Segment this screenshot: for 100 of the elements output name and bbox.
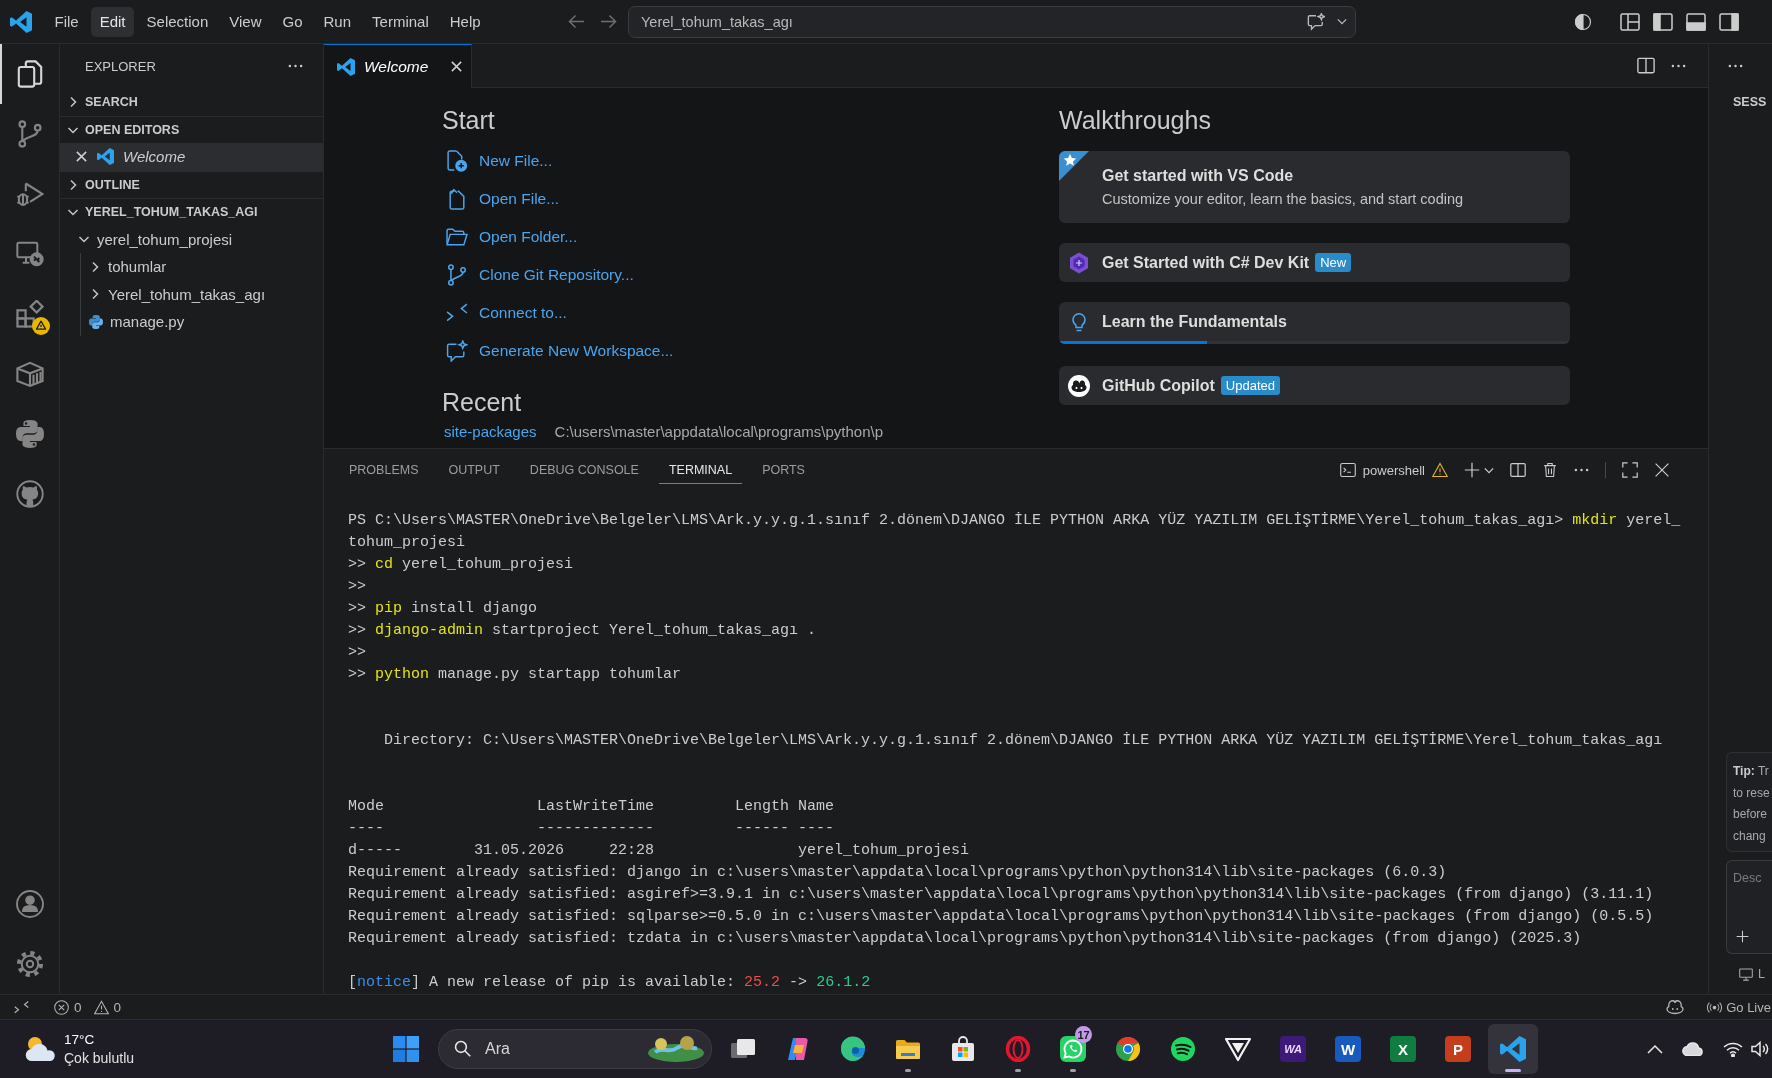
menu-item[interactable]: Selection: [138, 6, 217, 37]
more-icon[interactable]: [1728, 64, 1743, 68]
walkthrough-title: Get started with VS Code: [1102, 167, 1294, 185]
editor-tab[interactable]: Welcome: [324, 44, 472, 88]
maximize-icon[interactable]: [1622, 462, 1638, 478]
tree-item[interactable]: yerel_tohum_projesi: [60, 225, 323, 253]
start-action-link[interactable]: Clone Git Repository...: [442, 256, 634, 294]
taskbar-app-button[interactable]: P: [1433, 1024, 1483, 1074]
walkthrough-card[interactable]: Get started with VS Code Customize your editor, learn the basics, and start coding: [1059, 151, 1570, 223]
chat-sparkle-icon[interactable]: [1307, 12, 1325, 31]
sidebar-left-icon[interactable]: [1653, 12, 1673, 31]
open-editor-item[interactable]: Welcome: [60, 143, 323, 171]
menu-item[interactable]: File: [46, 6, 88, 37]
vscode-logo-icon[interactable]: [10, 10, 32, 33]
panel-tab[interactable]: DEBUG CONSOLE: [519, 456, 649, 484]
chat-input-field[interactable]: Desc: [1726, 860, 1772, 954]
notification-badge: 17: [1075, 1026, 1092, 1043]
vscode-icon: [97, 148, 114, 166]
sessions-title: SESS: [1732, 94, 1768, 111]
walkthrough-description: Customize your editor, learn the basics, and start coding: [1102, 191, 1464, 207]
speaker-icon[interactable]: [1751, 1041, 1769, 1057]
close-icon[interactable]: [75, 150, 88, 164]
start-action-link[interactable]: Open Folder...: [442, 218, 578, 256]
panel-tab[interactable]: PORTS: [752, 456, 815, 484]
panel-bottom-icon[interactable]: [1686, 12, 1706, 31]
split-terminal-icon[interactable]: [1510, 462, 1526, 478]
walkthrough-card[interactable]: Get Started with C# Dev Kit New: [1059, 243, 1570, 282]
panel-tab[interactable]: PROBLEMS: [339, 456, 429, 484]
terminal-instance-button[interactable]: powershell: [1339, 462, 1448, 478]
walkthrough-card[interactable]: GitHub Copilot Updated: [1059, 366, 1570, 405]
spotify-icon: [1170, 1036, 1196, 1062]
terminal-icon: [1339, 462, 1356, 478]
terminal-line: [notice] A new release of pip is available: 25.2 -> 26.1.2: [348, 973, 871, 993]
tree-item[interactable]: tohumlar: [60, 253, 323, 281]
settings-icon[interactable]: [15, 950, 44, 978]
more-icon[interactable]: [1671, 63, 1686, 68]
menu-item[interactable]: Edit: [91, 6, 135, 37]
plus-icon[interactable]: [1464, 462, 1480, 478]
plus-icon[interactable]: [1736, 930, 1749, 943]
taskbar-app-button[interactable]: WA: [1268, 1024, 1318, 1074]
menu-item[interactable]: View: [220, 6, 270, 37]
start-action-link[interactable]: New File...: [442, 142, 553, 180]
error-count: 0: [74, 999, 82, 1015]
wifi-icon[interactable]: [1723, 1041, 1743, 1057]
terminal-line: PS C:\Users\MASTER\OneDrive\Belgeler\LMS\Ark.y.y.g.1.sınıf 2.dönem\DJANGO İLE PYTHON ARKA YÜZ YAZILIM GELİŞTİRME\Yerel_tohum_takas_agı> mkdir yerel_: [348, 511, 1681, 531]
walkthrough-card[interactable]: Learn the Fundamentals: [1059, 302, 1570, 344]
error-icon: [54, 999, 69, 1015]
close-icon[interactable]: [1654, 462, 1670, 478]
panel-tab[interactable]: OUTPUT: [438, 456, 510, 484]
taskbar-app-button[interactable]: 17: [1048, 1024, 1098, 1074]
taskbar-app-button[interactable]: X: [1378, 1024, 1428, 1074]
panel-tab[interactable]: TERMINAL: [658, 456, 743, 484]
problems-button[interactable]: 0 0: [54, 995, 129, 1019]
go-live-button[interactable]: Go Live: [1707, 995, 1772, 1019]
start-action-link[interactable]: Generate New Workspace...: [442, 332, 674, 370]
menu-item[interactable]: Go: [274, 6, 311, 37]
taskbar-search-field[interactable]: Ara: [438, 1029, 712, 1069]
chevron-up-icon[interactable]: [1646, 1044, 1664, 1054]
section-header[interactable]: OUTLINE: [60, 170, 323, 198]
terminal-line: Requirement already satisfied: sqlparse>=0.5.0 in c:\users\master\appdata\local\programs\python\python314\lib\site-packages (from django) (0.5.5): [348, 907, 1654, 927]
section-header[interactable]: YEREL_TOHUM_TAKAS_AGI: [60, 198, 323, 226]
copilot-face-icon: [1068, 374, 1090, 397]
chrome-icon: [1115, 1036, 1141, 1062]
section-header[interactable]: SEARCH: [60, 88, 323, 116]
layout-icon[interactable]: [1620, 12, 1640, 31]
split-editor-icon[interactable]: [1637, 57, 1655, 74]
chevron-down-icon[interactable]: [1337, 18, 1347, 25]
terminal-line: >> python manage.py startapp tohumlar: [348, 665, 682, 685]
taskbar-app-button[interactable]: W: [1323, 1024, 1373, 1074]
walkthrough-title: Learn the Fundamentals: [1102, 312, 1287, 331]
terminal-line: Requirement already satisfied: django in c:\users\master\appdata\local\programs\python\python314\lib\site-packages (6.0.3): [348, 863, 1447, 883]
tree-item[interactable]: manage.py: [60, 308, 323, 336]
trash-icon[interactable]: [1542, 462, 1558, 478]
start-action-link[interactable]: Connect to...: [442, 294, 567, 332]
menu-item[interactable]: Help: [441, 6, 490, 37]
close-icon[interactable]: [450, 60, 463, 73]
half-circle-icon[interactable]: [1573, 12, 1593, 31]
menu-item[interactable]: Terminal: [363, 6, 438, 37]
tree-item[interactable]: Yerel_tohum_takas_agı: [60, 280, 323, 308]
more-icon[interactable]: [288, 64, 303, 68]
vscode-icon: [337, 57, 355, 76]
more-icon[interactable]: [1574, 468, 1589, 472]
start-icon[interactable]: [393, 1036, 419, 1062]
store-bag-icon: [950, 1036, 976, 1062]
command-center[interactable]: Yerel_tohum_takas_agı: [628, 5, 1356, 38]
cloud-icon[interactable]: [1682, 1042, 1704, 1056]
sidebar-right-icon[interactable]: [1719, 12, 1739, 31]
account-icon[interactable]: [15, 890, 44, 918]
back-arrow-icon[interactable]: [568, 14, 585, 29]
option-button[interactable]: L: [1739, 962, 1772, 986]
hexagon-icon: [1068, 251, 1090, 274]
chevron-down-icon[interactable]: [1484, 466, 1494, 474]
menu-item[interactable]: Run: [315, 6, 360, 37]
start-action-link[interactable]: Open File...: [442, 180, 560, 218]
copilot-face-icon[interactable]: [1666, 999, 1685, 1015]
sun-cloud-icon[interactable]: [23, 1035, 57, 1063]
edge-icon: [840, 1036, 866, 1062]
forward-arrow-icon[interactable]: [600, 14, 617, 29]
terminal-line: d----- 31.05.2026 22:28 yerel_tohum_projesi: [348, 841, 970, 861]
recent-link[interactable]: site-packages: [444, 422, 537, 440]
